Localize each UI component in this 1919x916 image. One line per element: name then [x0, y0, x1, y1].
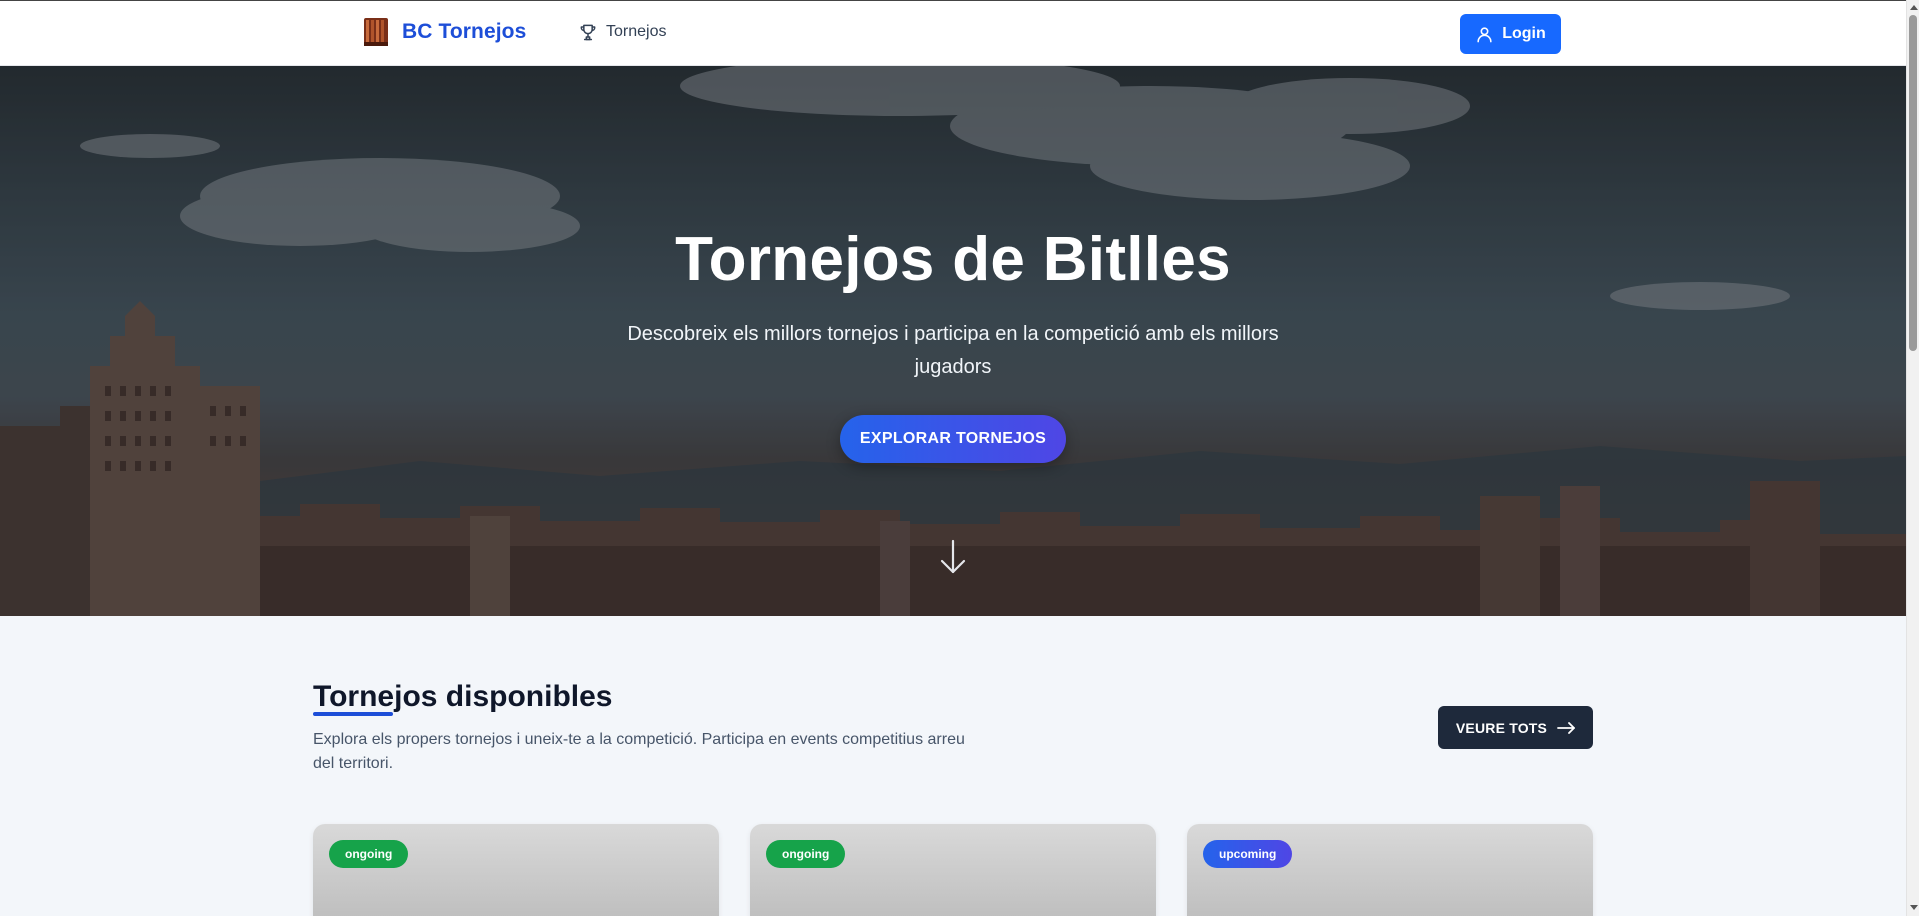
hero-subtitle: Descobreix els millors tornejos i partic… [627, 323, 1279, 378]
nav-link-label: Tornejos [606, 23, 667, 40]
nav-link-tornejos[interactable]: Tornejos [578, 22, 666, 42]
tournament-card[interactable]: upcoming [1187, 824, 1593, 916]
brand-link[interactable]: BC Tornejos [362, 16, 526, 48]
top-navbar: BC Tornejos Tornejos Login [0, 0, 1906, 66]
scroll-down-icon[interactable] [1910, 905, 1918, 910]
status-badge: upcoming [1203, 840, 1293, 868]
tournament-card[interactable]: ongoing [750, 824, 1156, 916]
status-badge: ongoing [766, 840, 846, 868]
brand-name: BC Tornejos [402, 20, 527, 43]
section-description: Explora els propers tornejos i uneix-te … [313, 731, 965, 772]
tournament-card[interactable]: ongoing [313, 824, 719, 916]
page-scrollbar[interactable] [1906, 0, 1919, 916]
status-badge: ongoing [329, 840, 409, 868]
see-all-button[interactable]: VEURE TOTS [1438, 706, 1593, 749]
login-label: Login [1502, 25, 1546, 42]
bowling-pins-logo-icon [364, 18, 388, 46]
trophy-icon [580, 24, 596, 41]
title-underline [313, 712, 393, 716]
hero-title: Tornejos de Bitlles [675, 225, 1231, 294]
user-icon [1477, 26, 1492, 42]
arrow-right-icon [1557, 721, 1575, 734]
login-button[interactable]: Login [1460, 14, 1561, 54]
explore-tournaments-button[interactable]: EXPLORAR TORNEJOS [840, 415, 1066, 463]
see-all-label: VEURE TOTS [1455, 719, 1548, 736]
hero-banner: Tornejos de Bitlles Descobreix els millo… [0, 66, 1906, 616]
scroll-down-arrow-icon[interactable] [938, 538, 968, 576]
scroll-up-icon[interactable] [1910, 5, 1918, 10]
section-title: Tornejos disponibles [313, 680, 613, 713]
scrollbar-thumb[interactable] [1909, 15, 1917, 351]
